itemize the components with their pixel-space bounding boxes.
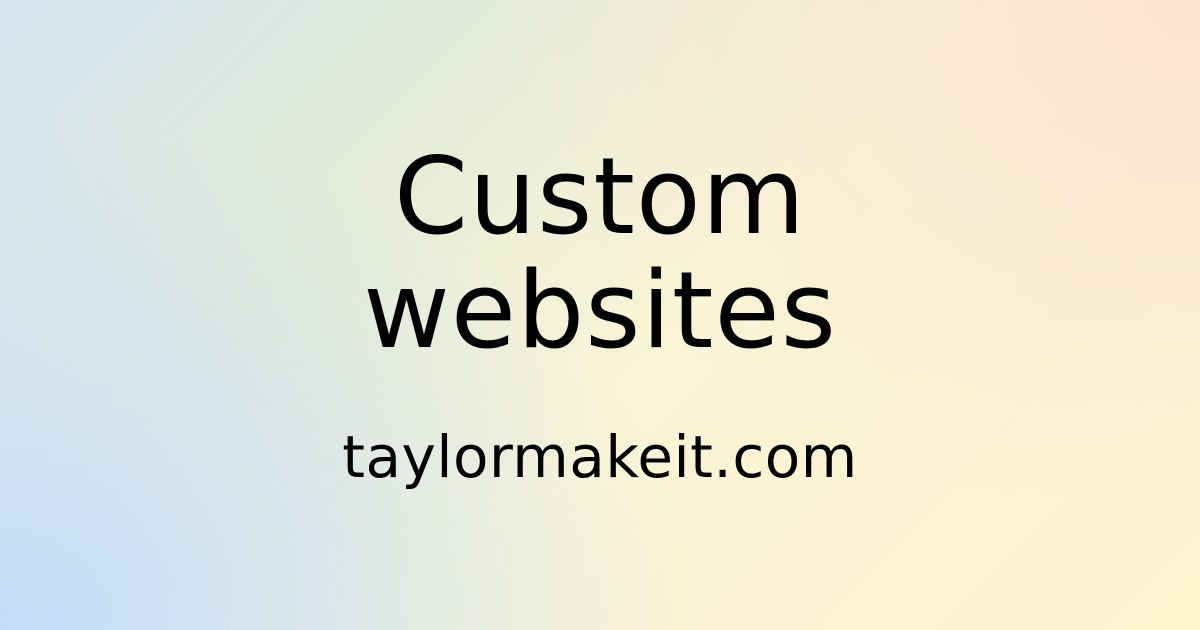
- site-domain: taylormakeit.com: [342, 423, 858, 491]
- social-card: Custom websites taylormakeit.com: [0, 0, 1200, 630]
- headline-line-1: Custom: [393, 135, 807, 258]
- headline: Custom websites: [0, 140, 1200, 368]
- headline-line-2: websites: [363, 249, 837, 372]
